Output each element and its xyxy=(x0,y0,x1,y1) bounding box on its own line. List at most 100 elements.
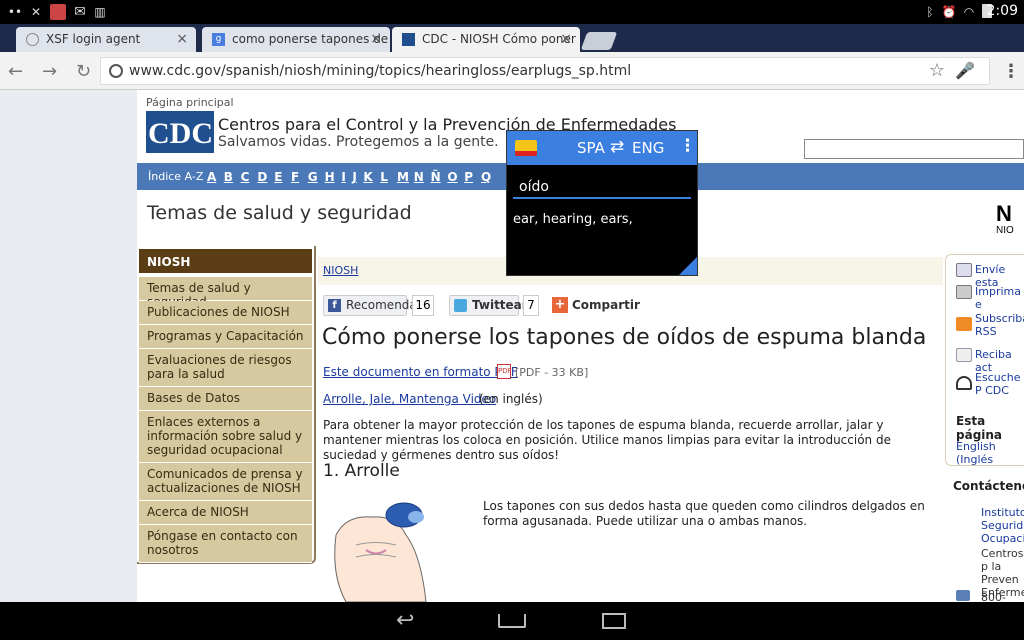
wifi-icon: ◠ xyxy=(963,5,975,19)
contact-heading: Contáctenos xyxy=(953,479,1024,493)
sidebar-item-7[interactable]: Comunicados de prensa y actualizaciones … xyxy=(139,463,312,501)
sidebar-item-3[interactable]: Programas y Capacitación xyxy=(139,325,312,349)
english-link[interactable]: English (Inglés xyxy=(956,440,1024,466)
sidebar-item-5[interactable]: Bases de Datos xyxy=(139,387,312,411)
video-link[interactable]: Arrolle, Jale, Mantenga Video xyxy=(323,392,496,406)
back-icon[interactable]: ← xyxy=(8,61,23,82)
sidebar-item-9[interactable]: Póngase en contacto con nosotros xyxy=(139,525,312,563)
az-link-c[interactable]: C xyxy=(241,170,250,184)
swap-languages-icon[interactable]: ⇄ xyxy=(610,137,624,157)
barcode-icon: ▥ xyxy=(94,5,106,19)
az-link-b[interactable]: B xyxy=(224,170,233,184)
target-language[interactable]: ENG xyxy=(632,139,664,157)
niosh-logo-mark: N xyxy=(996,203,1012,226)
page-title: Cómo ponerse los tapones de oídos de esp… xyxy=(322,325,927,350)
forward-icon[interactable]: → xyxy=(42,61,57,82)
page-info-icon[interactable] xyxy=(109,64,123,78)
email-icon xyxy=(956,263,972,277)
google-icon: g xyxy=(212,33,225,46)
az-link-ñ[interactable]: Ñ xyxy=(431,170,441,184)
az-link-p[interactable]: P xyxy=(464,170,473,184)
search-input[interactable] xyxy=(804,139,1024,159)
query-text: oído xyxy=(519,179,549,195)
bluetooth-icon: ᛒ xyxy=(926,5,934,19)
close-tab-icon[interactable]: × xyxy=(560,27,572,52)
az-link-i[interactable]: I xyxy=(341,170,345,184)
twitter-icon xyxy=(454,299,467,312)
az-link-n[interactable]: N xyxy=(414,170,424,184)
az-link-j[interactable]: J xyxy=(352,170,356,184)
close-tab-icon[interactable]: × xyxy=(176,27,188,52)
logo-text: CDC xyxy=(148,117,213,150)
az-link-m[interactable]: M xyxy=(397,170,409,184)
step-1-heading: 1. Arrolle xyxy=(323,461,400,481)
print-page-link[interactable]: Imprima e xyxy=(975,285,1024,311)
translator-query-input[interactable]: oído xyxy=(513,175,691,199)
rss-link[interactable]: Subscriba RSS xyxy=(975,312,1024,338)
sidebar-item-6[interactable]: Enlaces externos a información sobre sal… xyxy=(139,411,312,463)
sidebar-item-2[interactable]: Publicaciones de NIOSH xyxy=(139,301,312,325)
pdf-link[interactable]: Este documento en formato PDF xyxy=(323,365,518,379)
address-bar[interactable]: www.cdc.gov/spanish/niosh/mining/topics/… xyxy=(100,57,990,85)
translator-menu-icon[interactable]: ⋮ xyxy=(679,136,696,156)
source-language[interactable]: SPA xyxy=(577,139,605,157)
az-link-o[interactable]: O xyxy=(447,170,457,184)
az-link-f[interactable]: F xyxy=(291,170,299,184)
phone-icon xyxy=(956,590,970,601)
tab-label: como ponerse tapones de xyxy=(232,32,389,46)
sidebar-title-label: NIOSH xyxy=(147,255,191,269)
home-link[interactable]: Página principal xyxy=(146,96,234,109)
breadcrumb-niosh[interactable]: NIOSH xyxy=(323,264,358,277)
az-link-g[interactable]: G xyxy=(308,170,318,184)
facebook-recommend-button[interactable]: f Recomendar xyxy=(323,295,422,316)
rss-icon xyxy=(956,317,972,331)
home-nav-icon[interactable] xyxy=(498,614,526,628)
sidebar-item-8[interactable]: Acerca de NIOSH xyxy=(139,501,312,525)
tab-label: XSF login agent xyxy=(46,32,141,46)
az-link-q[interactable]: Q xyxy=(481,170,491,184)
hand-rolling-earplug-illustration xyxy=(334,502,427,602)
close-tab-icon[interactable]: × xyxy=(370,27,382,52)
tweet-label: Twittear xyxy=(472,298,528,312)
translator-header: SPA ⇄ ENG ⋮ xyxy=(507,131,697,165)
pdf-icon: PDF xyxy=(497,364,512,379)
twitter-button[interactable]: Twittear xyxy=(449,295,528,316)
browser-toolbar: ← → ↻ www.cdc.gov/spanish/niosh/mining/t… xyxy=(0,52,1024,90)
sidebar-item-4[interactable]: Evaluaciones de riesgos para la salud xyxy=(139,349,312,387)
podcast-link[interactable]: Escuche P CDC xyxy=(975,371,1024,397)
tab-google-search[interactable]: g como ponerse tapones de × xyxy=(202,27,390,52)
tab-cdc-niosh[interactable]: CDC - NIOSH Cómo poner × xyxy=(392,27,580,52)
sidebar-item-1[interactable]: Temas de salud y seguridad xyxy=(139,277,312,309)
microphone-icon[interactable]: 🎤 xyxy=(955,61,975,80)
translation-result: ear, hearing, ears, xyxy=(513,212,633,227)
resize-handle[interactable] xyxy=(679,257,697,275)
sidebar-title[interactable]: NIOSH xyxy=(139,249,312,273)
cdc-logo[interactable]: CDC xyxy=(146,111,214,153)
back-nav-icon[interactable]: ↩ xyxy=(396,608,414,633)
alarm-icon: ⏰ xyxy=(941,5,957,19)
bookmark-star-icon[interactable]: ☆ xyxy=(929,60,945,81)
globe-icon xyxy=(26,33,39,46)
status-bar: •• ✕ ✉ ▥ ᛒ ⏰ ◠ 2:09 xyxy=(0,0,1024,24)
tab-strip: XSF login agent × g como ponerse tapones… xyxy=(0,24,1024,52)
reload-icon[interactable]: ↻ xyxy=(76,61,91,82)
recents-nav-icon[interactable] xyxy=(602,613,626,629)
az-link-e[interactable]: E xyxy=(274,170,282,184)
contact-institute-link[interactable]: Instituto Segurida Ocupacio xyxy=(981,506,1024,545)
new-tab-button[interactable] xyxy=(580,32,618,50)
url-text: www.cdc.gov/spanish/niosh/mining/topics/… xyxy=(129,63,632,79)
share-link[interactable]: Compartir xyxy=(572,298,640,312)
az-link-h[interactable]: H xyxy=(325,170,335,184)
recommend-label: Recomendar xyxy=(346,298,422,312)
intro-text: Para obtener la mayor protección de los … xyxy=(323,418,891,462)
az-link-k[interactable]: K xyxy=(363,170,372,184)
share-plus-icon[interactable]: + xyxy=(552,297,568,313)
az-link-l[interactable]: L xyxy=(380,170,388,184)
az-link-a[interactable]: A xyxy=(207,170,216,184)
tab-xsf-login[interactable]: XSF login agent × xyxy=(16,27,196,52)
clock: 2:09 xyxy=(986,3,1018,19)
translator-app-icon[interactable] xyxy=(515,140,537,156)
az-link-d[interactable]: D xyxy=(257,170,267,184)
app-notification-icon xyxy=(50,4,66,20)
menu-icon[interactable]: ⋮ xyxy=(1002,61,1020,82)
